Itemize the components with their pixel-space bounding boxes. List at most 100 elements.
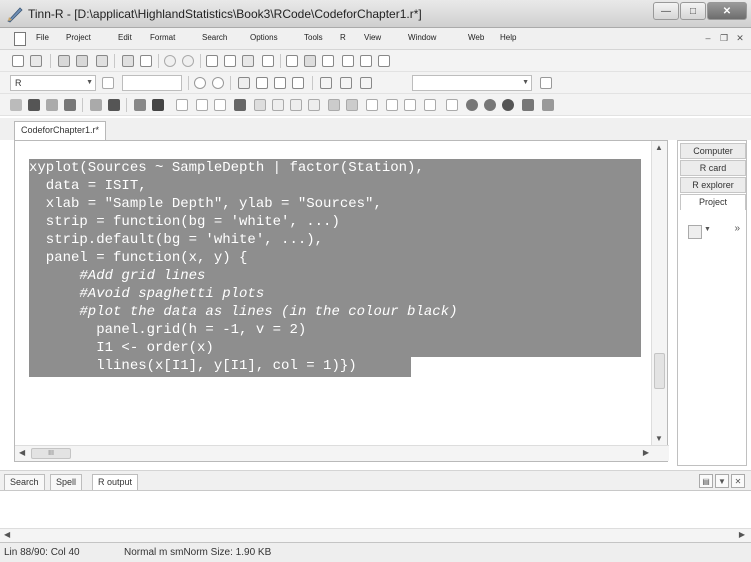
menu-file[interactable]: File xyxy=(36,33,49,42)
new-file-icon[interactable] xyxy=(12,55,24,67)
window-tile-icon[interactable] xyxy=(256,77,268,89)
send-block-icon[interactable] xyxy=(46,99,58,111)
project-file-icon[interactable] xyxy=(688,225,702,239)
stop-icon[interactable] xyxy=(502,99,514,111)
redo-icon[interactable] xyxy=(182,55,194,67)
editor-vertical-scrollbar[interactable]: ▲ ▼ xyxy=(651,141,667,445)
scroll-left-icon[interactable]: ◀ xyxy=(4,530,10,539)
menu-web[interactable]: Web xyxy=(468,33,484,42)
menu-search[interactable]: Search xyxy=(202,33,227,42)
tools-icon[interactable] xyxy=(340,77,352,89)
keyboard-icon[interactable] xyxy=(446,99,458,111)
spell-icon[interactable] xyxy=(304,55,316,67)
undo-icon[interactable] xyxy=(164,55,176,67)
mdi-close-button[interactable]: ✕ xyxy=(733,31,747,45)
close-pane-icon[interactable]: ✕ xyxy=(731,474,745,488)
mdi-minimize-button[interactable]: – xyxy=(701,31,715,45)
chevron-down-icon[interactable]: ▼ xyxy=(704,226,711,233)
tab-spell[interactable]: Spell xyxy=(50,474,83,491)
open-file-icon[interactable] xyxy=(30,55,42,67)
play-icon[interactable] xyxy=(212,77,224,89)
print-preview-icon[interactable] xyxy=(140,55,152,67)
r-logo-icon[interactable] xyxy=(522,99,534,111)
arrow-icon[interactable] xyxy=(346,99,358,111)
send-file-icon[interactable] xyxy=(10,99,22,111)
title-bar[interactable]: Tinn-R - [D:\applicat\HighlandStatistics… xyxy=(0,0,751,28)
pipe-icon[interactable] xyxy=(290,99,302,111)
scroll-right-icon[interactable]: ▶ xyxy=(643,448,649,457)
line-icon[interactable] xyxy=(328,99,340,111)
heart-icon[interactable] xyxy=(540,77,552,89)
tab-search[interactable]: Search xyxy=(4,474,45,491)
record-icon[interactable] xyxy=(194,77,206,89)
close-button[interactable]: ✕ xyxy=(707,2,747,20)
tag-icon[interactable] xyxy=(234,99,246,111)
code-text[interactable]: xyplot(Sources ~ SampleDepth | factor(St… xyxy=(29,159,641,375)
uncomment-icon[interactable] xyxy=(360,55,372,67)
rectangle-icon[interactable] xyxy=(366,99,378,111)
scroll-right-icon[interactable]: ▶ xyxy=(739,530,745,539)
split-icon[interactable] xyxy=(238,77,250,89)
send-selection-icon[interactable] xyxy=(28,99,40,111)
indent-icon[interactable] xyxy=(378,55,390,67)
arrow-right-icon[interactable] xyxy=(214,99,226,111)
menu-format[interactable]: Format xyxy=(150,33,175,42)
find-icon[interactable] xyxy=(206,55,218,67)
minimize-button[interactable]: — xyxy=(653,2,679,20)
dash-icon[interactable] xyxy=(134,99,146,111)
arrow-down-icon[interactable] xyxy=(176,99,188,111)
scroll-down-icon[interactable]: ▼ xyxy=(655,434,663,443)
tab-codeforchapter1[interactable]: CodeforChapter1.r* xyxy=(14,121,107,140)
menu-project[interactable]: Project xyxy=(66,33,91,42)
send-clipboard-icon[interactable] xyxy=(64,99,76,111)
font-size-input[interactable] xyxy=(122,75,182,91)
scroll-left-icon[interactable]: ◀ xyxy=(19,448,25,457)
menu-r[interactable]: R xyxy=(340,33,346,42)
send-cursor-icon[interactable] xyxy=(108,99,120,111)
save-all-icon[interactable] xyxy=(76,55,88,67)
window-icon[interactable] xyxy=(424,99,436,111)
menu-tools[interactable]: Tools xyxy=(304,33,323,42)
circle-icon[interactable] xyxy=(484,99,496,111)
books-icon[interactable] xyxy=(360,77,372,89)
menu-edit[interactable]: Edit xyxy=(118,33,132,42)
macro-icon[interactable] xyxy=(320,77,332,89)
brush-icon[interactable] xyxy=(254,99,266,111)
output-horizontal-scrollbar[interactable]: ◀ ▶ xyxy=(0,528,751,542)
menu-help[interactable]: Help xyxy=(500,33,516,42)
goto-icon[interactable] xyxy=(242,55,254,67)
heart-icon[interactable] xyxy=(466,99,478,111)
comment-icon[interactable] xyxy=(342,55,354,67)
format-icon[interactable] xyxy=(322,55,334,67)
code-editor[interactable]: xyplot(Sources ~ SampleDepth | factor(St… xyxy=(14,140,669,462)
close-file-icon[interactable] xyxy=(96,55,108,67)
chevron-right-icon[interactable]: » xyxy=(734,223,740,234)
tab-computer[interactable]: Computer xyxy=(680,143,746,159)
pencil-icon[interactable] xyxy=(286,55,298,67)
pen-icon[interactable] xyxy=(542,99,554,111)
menu-view[interactable]: View xyxy=(364,33,381,42)
r-output-pane[interactable]: ◀ ▶ xyxy=(0,490,751,542)
window-cascade-icon[interactable] xyxy=(274,77,286,89)
document-icon[interactable] xyxy=(14,32,26,46)
block-icon[interactable] xyxy=(152,99,164,111)
project-select[interactable]: ▼ xyxy=(412,75,532,91)
pane-icon[interactable]: ▤ xyxy=(699,474,713,488)
tab-r-output[interactable]: R output xyxy=(92,474,139,491)
tab-r-card[interactable]: R card xyxy=(680,160,746,176)
zoom-icon[interactable] xyxy=(404,99,416,111)
menu-options[interactable]: Options xyxy=(250,33,278,42)
editor-horizontal-scrollbar[interactable]: ◀ III ▶ xyxy=(15,445,669,461)
tab-r-explorer[interactable]: R explorer xyxy=(680,177,746,193)
save-icon[interactable] xyxy=(58,55,70,67)
bookmark-icon[interactable] xyxy=(262,55,274,67)
send-line-icon[interactable] xyxy=(90,99,102,111)
tab-project[interactable]: Project xyxy=(680,194,746,210)
chevron-down-icon[interactable]: ▼ xyxy=(715,474,729,488)
double-pipe-icon[interactable] xyxy=(308,99,320,111)
replace-icon[interactable] xyxy=(224,55,236,67)
syntax-select[interactable]: R ▼ xyxy=(10,75,96,91)
arrow-left-icon[interactable] xyxy=(196,99,208,111)
hscroll-thumb[interactable]: III xyxy=(31,448,71,459)
mdi-restore-button[interactable]: ❐ xyxy=(717,31,731,45)
